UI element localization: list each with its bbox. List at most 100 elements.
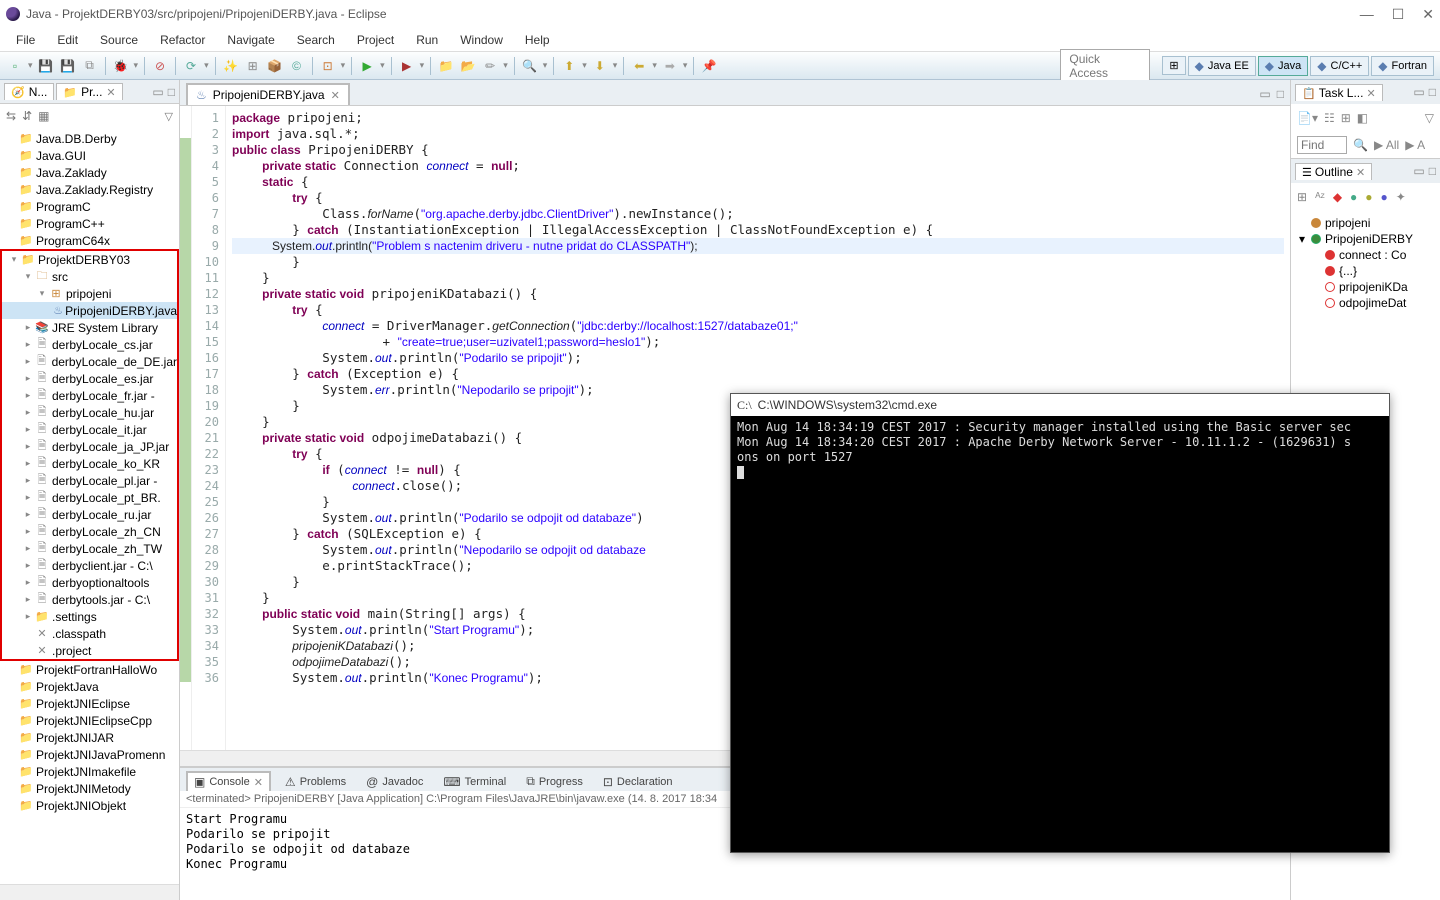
hide-fields-icon[interactable]: ◆ (1333, 190, 1342, 204)
link-editor-icon[interactable]: ⇵ (22, 109, 32, 123)
tree-item[interactable]: ▸🗎derbyoptionaltools (2, 574, 177, 591)
task-list-tab[interactable]: 📋 Task L... ✕ (1295, 84, 1383, 101)
tree-item[interactable]: ▸🗎derbyLocale_es.jar (2, 370, 177, 387)
close-icon[interactable]: ✕ (106, 86, 115, 99)
tree-item[interactable]: ▸🗎derbyLocale_ru.jar (2, 506, 177, 523)
tree-item[interactable]: ▾⊞pripojeni (2, 285, 177, 302)
menu-edit[interactable]: Edit (47, 31, 88, 49)
focus-outline-icon[interactable]: ✦ (1396, 190, 1406, 204)
menu-project[interactable]: Project (347, 31, 404, 49)
maximize-icon[interactable]: □ (168, 85, 175, 99)
view-menu-icon[interactable]: ▽ (165, 110, 173, 123)
hide-static-icon[interactable]: ● (1350, 190, 1357, 204)
tree-item[interactable]: 📁ProgramC++ (0, 215, 179, 232)
tree-item[interactable]: ▾🗀src (2, 268, 177, 285)
schedule-icon[interactable]: ⊞ (1341, 111, 1351, 125)
close-icon[interactable]: ✕ (331, 89, 340, 102)
tree-item[interactable]: ▸🗎derbyclient.jar - C:\ (2, 557, 177, 574)
navigator-tab[interactable]: 🧭 N... (4, 83, 54, 100)
window-minimize-button[interactable]: — (1360, 6, 1374, 23)
maximize-editor-icon[interactable]: □ (1277, 87, 1284, 101)
perspective-cc[interactable]: ◆C/C++ (1310, 56, 1369, 76)
pin-icon[interactable]: 📌 (700, 57, 718, 75)
tree-item[interactable]: ✕.project (2, 642, 177, 659)
minimize-icon[interactable]: ▭ (1413, 85, 1424, 99)
build-icon[interactable]: ⟳ (182, 57, 200, 75)
outline-item[interactable]: {...} (1293, 263, 1438, 279)
tree-item[interactable]: ▸🗎derbytools.jar - C:\ (2, 591, 177, 608)
menu-help[interactable]: Help (515, 31, 560, 49)
tree-item[interactable]: ♨PripojeniDERBY.java (2, 302, 177, 319)
horizontal-scrollbar[interactable] (0, 884, 179, 900)
tree-item[interactable]: 📁ProjektJNIJavaPromenn (0, 746, 179, 763)
menu-run[interactable]: Run (406, 31, 448, 49)
new-package-icon[interactable]: 📦 (266, 57, 284, 75)
outline-item[interactable]: connect : Co (1293, 247, 1438, 263)
maximize-icon[interactable]: □ (1429, 85, 1436, 99)
outline-item[interactable]: ▾PripojeniDERBY (1293, 231, 1438, 247)
minimize-icon[interactable]: ▭ (152, 85, 163, 99)
tree-item[interactable]: 📁Java.DB.Derby (0, 130, 179, 147)
search-icon[interactable]: 🔍 (521, 57, 539, 75)
tree-item[interactable]: ▸🗎derbyLocale_fr.jar - (2, 387, 177, 404)
maximize-icon[interactable]: □ (1429, 164, 1436, 178)
tree-item[interactable]: ▾📁ProjektDERBY03 (2, 251, 177, 268)
tree-item[interactable]: 📁ProjektJNIMetody (0, 780, 179, 797)
fwd-icon[interactable]: ➡ (661, 57, 679, 75)
collapse-all-icon[interactable]: ⇆ (6, 109, 16, 123)
search-icon[interactable]: 🔍 (1353, 138, 1368, 152)
tree-item[interactable]: ▸🗎derbyLocale_de_DE.jar (2, 353, 177, 370)
tree-layout-icon[interactable]: ▦ (38, 109, 49, 123)
view-menu-icon[interactable]: ▽ (1425, 111, 1434, 125)
open-type-icon[interactable]: ⊞ (244, 57, 262, 75)
task-find-input[interactable] (1297, 136, 1347, 154)
open-perspective-button[interactable]: ⊞ (1162, 56, 1185, 75)
new-task-icon[interactable]: 📄▾ (1297, 111, 1318, 125)
close-icon[interactable]: ✕ (254, 776, 263, 789)
next-annotation-icon[interactable]: ⬇ (591, 57, 609, 75)
tree-item[interactable]: ▸🗎derbyLocale_pt_BR. (2, 489, 177, 506)
tree-item[interactable]: 📁ProgramC64x (0, 232, 179, 249)
hide-nonpublic-icon[interactable]: ● (1365, 190, 1372, 204)
perspective-javaee[interactable]: ◆Java EE (1188, 56, 1256, 76)
menu-navigate[interactable]: Navigate (217, 31, 284, 49)
tree-item[interactable]: 📁Java.GUI (0, 147, 179, 164)
new-class-icon[interactable]: © (288, 57, 306, 75)
outline-item[interactable]: pripojeni (1293, 215, 1438, 231)
bottom-tab-declaration[interactable]: ⊡Declaration (597, 773, 679, 791)
tree-item[interactable]: ▸📁.settings (2, 608, 177, 625)
outline-tab[interactable]: ☰ Outline ✕ (1295, 163, 1372, 180)
tree-item[interactable]: 📁Java.Zaklady.Registry (0, 181, 179, 198)
tree-item[interactable]: ✕.classpath (2, 625, 177, 642)
bottom-tab-console[interactable]: ▣Console ✕ (186, 771, 271, 791)
menu-file[interactable]: File (6, 31, 45, 49)
minimize-editor-icon[interactable]: ▭ (1259, 87, 1270, 101)
new-folder-icon[interactable]: 📂 (459, 57, 477, 75)
menu-source[interactable]: Source (90, 31, 148, 49)
hide-local-icon[interactable]: ● (1381, 190, 1388, 204)
new-icon[interactable]: ▫ (6, 57, 24, 75)
quick-access-input[interactable]: Quick Access (1060, 49, 1150, 83)
minimize-icon[interactable]: ▭ (1413, 164, 1424, 178)
new-proj-icon[interactable]: 📁 (437, 57, 455, 75)
format-icon[interactable]: ✏ (481, 57, 499, 75)
menu-refactor[interactable]: Refactor (150, 31, 215, 49)
a-button[interactable]: ▶ A (1405, 138, 1425, 152)
bottom-tab-problems[interactable]: ⚠Problems (279, 773, 352, 791)
tree-item[interactable]: 📁ProjektFortranHalloWo (0, 661, 179, 678)
categorize-icon[interactable]: ☷ (1324, 111, 1335, 125)
close-icon[interactable]: ✕ (1367, 88, 1376, 100)
az-icon[interactable]: ᴬᶻ (1315, 190, 1325, 204)
prev-annotation-icon[interactable]: ⬆ (560, 57, 578, 75)
tree-item[interactable]: 📁Java.Zaklady (0, 164, 179, 181)
outline-item[interactable]: pripojeniKDa (1293, 279, 1438, 295)
toggle-breadcrumb-icon[interactable]: ⧉ (81, 57, 99, 75)
tree-item[interactable]: ▸🗎derbyLocale_it.jar (2, 421, 177, 438)
run-icon[interactable]: ▶ (358, 57, 376, 75)
window-maximize-button[interactable]: ☐ (1392, 6, 1405, 23)
bottom-tab-javadoc[interactable]: @Javadoc (360, 773, 429, 791)
focus-icon[interactable]: ◧ (1357, 111, 1368, 125)
ext-tools-icon[interactable]: ▶ (398, 57, 416, 75)
save-icon[interactable]: 💾 (37, 57, 55, 75)
tree-item[interactable]: 📁ProjektJNIObjekt (0, 797, 179, 814)
